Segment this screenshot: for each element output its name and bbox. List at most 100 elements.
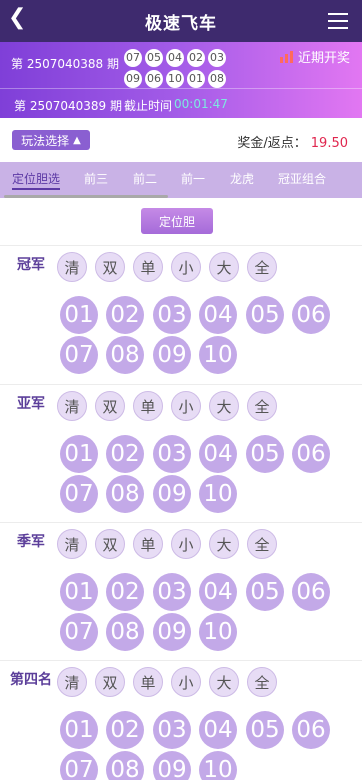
- recent-draws-link[interactable]: 近期开奖: [279, 47, 350, 66]
- number-ball[interactable]: 06: [292, 435, 330, 473]
- quick-select-button[interactable]: 大: [209, 529, 239, 559]
- tab-front-one[interactable]: 前一: [181, 170, 205, 187]
- quick-select-button[interactable]: 小: [171, 667, 201, 697]
- number-ball[interactable]: 09: [153, 751, 191, 780]
- number-ball[interactable]: 06: [292, 573, 330, 611]
- quick-select-button[interactable]: 小: [171, 252, 201, 282]
- number-ball[interactable]: 10: [199, 613, 237, 651]
- bar-chart-icon: [279, 50, 293, 63]
- tab-position[interactable]: 定位胆选: [12, 170, 61, 190]
- number-ball[interactable]: 03: [153, 435, 191, 473]
- quick-select-button[interactable]: 清: [57, 667, 87, 697]
- number-ball[interactable]: 08: [106, 336, 144, 374]
- draw-ball: 03: [208, 49, 226, 67]
- quick-select-button[interactable]: 双: [95, 667, 125, 697]
- number-ball[interactable]: 06: [292, 296, 330, 334]
- quick-select-button[interactable]: 小: [171, 529, 201, 559]
- quick-select-button[interactable]: 清: [57, 252, 87, 282]
- play-select-label: 玩法选择: [21, 133, 70, 148]
- chevron-up-icon: ▲: [73, 134, 81, 146]
- quick-select-button[interactable]: 双: [95, 252, 125, 282]
- number-ball[interactable]: 08: [106, 475, 144, 513]
- draw-ball: 10: [166, 70, 184, 88]
- quick-select-button[interactable]: 双: [95, 391, 125, 421]
- tab-front-two[interactable]: 前二: [133, 170, 157, 187]
- top-bar: ❮ 极速飞车: [0, 0, 362, 42]
- number-ball[interactable]: 09: [153, 613, 191, 651]
- number-ball[interactable]: 05: [246, 435, 284, 473]
- position-section-champion: 冠军清双单小大全 01 02 03 04 05 06 07 08 09 10: [0, 245, 362, 384]
- number-ball[interactable]: 03: [153, 573, 191, 611]
- number-ball[interactable]: 01: [60, 711, 98, 749]
- quick-select-button[interactable]: 单: [133, 667, 163, 697]
- number-ball[interactable]: 10: [199, 336, 237, 374]
- draw-ball: 04: [166, 49, 184, 67]
- position-section-third: 季军清双单小大全 01 02 03 04 05 06 07 08 09 10: [0, 522, 362, 661]
- draw-ball: 08: [208, 70, 226, 88]
- number-ball[interactable]: 09: [153, 475, 191, 513]
- hamburger-menu-icon[interactable]: [328, 13, 348, 29]
- next-period: 第 2507040389 期: [14, 99, 122, 113]
- quick-select-button[interactable]: 单: [133, 391, 163, 421]
- number-ball[interactable]: 06: [292, 711, 330, 749]
- draw-result: 07 05 04 02 03 09 06 10 01 08: [124, 46, 234, 88]
- draw-ball: 06: [145, 70, 163, 88]
- number-ball[interactable]: 10: [199, 475, 237, 513]
- number-ball[interactable]: 02: [106, 435, 144, 473]
- quick-select-button[interactable]: 全: [247, 667, 277, 697]
- number-ball[interactable]: 02: [106, 573, 144, 611]
- number-ball[interactable]: 05: [246, 711, 284, 749]
- number-ball[interactable]: 04: [199, 435, 237, 473]
- number-ball[interactable]: 09: [153, 336, 191, 374]
- play-bar: 玩法选择 ▲ 奖金/返点： 19.50: [0, 118, 362, 162]
- position-label: 冠军: [17, 257, 45, 273]
- tabs-scrollbar[interactable]: [4, 195, 168, 198]
- tab-front-three[interactable]: 前三: [84, 170, 108, 187]
- number-ball[interactable]: 03: [153, 711, 191, 749]
- number-ball[interactable]: 02: [106, 711, 144, 749]
- quick-select-button[interactable]: 全: [247, 252, 277, 282]
- number-ball[interactable]: 01: [60, 573, 98, 611]
- quick-select-button[interactable]: 清: [57, 391, 87, 421]
- draw-ball: 02: [187, 49, 205, 67]
- quick-select-button[interactable]: 大: [209, 667, 239, 697]
- number-ball[interactable]: 01: [60, 435, 98, 473]
- quick-select-button[interactable]: 清: [57, 529, 87, 559]
- quick-select-button[interactable]: 单: [133, 529, 163, 559]
- number-ball[interactable]: 07: [60, 336, 98, 374]
- recent-draws-label: 近期开奖: [297, 51, 350, 66]
- number-ball[interactable]: 10: [199, 751, 237, 780]
- quick-select-button[interactable]: 全: [247, 529, 277, 559]
- number-ball[interactable]: 04: [199, 296, 237, 334]
- quick-select-button[interactable]: 大: [209, 391, 239, 421]
- prize-label: 奖金/返点：: [237, 136, 307, 151]
- number-ball[interactable]: 07: [60, 613, 98, 651]
- play-select-button[interactable]: 玩法选择 ▲: [12, 130, 90, 150]
- quick-select-button[interactable]: 小: [171, 391, 201, 421]
- number-ball[interactable]: 01: [60, 296, 98, 334]
- number-ball[interactable]: 07: [60, 475, 98, 513]
- number-ball[interactable]: 05: [246, 296, 284, 334]
- number-ball[interactable]: 03: [153, 296, 191, 334]
- mode-button[interactable]: 定位胆: [141, 208, 213, 234]
- number-ball[interactable]: 04: [199, 573, 237, 611]
- back-arrow-icon[interactable]: ❮: [8, 6, 26, 30]
- draw-ball: 05: [145, 49, 163, 67]
- tab-champion-combo[interactable]: 冠亚组合: [278, 170, 326, 187]
- quick-select-button[interactable]: 全: [247, 391, 277, 421]
- number-ball[interactable]: 04: [199, 711, 237, 749]
- play-tabs: 定位胆选 前三 前二 前一 龙虎 冠亚组合: [0, 162, 362, 198]
- number-ball[interactable]: 08: [106, 613, 144, 651]
- tab-dragon-tiger[interactable]: 龙虎: [230, 170, 254, 187]
- position-label: 亚军: [17, 396, 45, 412]
- quick-select-button[interactable]: 单: [133, 252, 163, 282]
- draw-ball: 01: [187, 70, 205, 88]
- number-ball[interactable]: 02: [106, 296, 144, 334]
- draw-ball: 09: [124, 70, 142, 88]
- quick-select-button[interactable]: 大: [209, 252, 239, 282]
- number-ball[interactable]: 08: [106, 751, 144, 780]
- quick-select-button[interactable]: 双: [95, 529, 125, 559]
- number-ball[interactable]: 05: [246, 573, 284, 611]
- prize-value: 19.50: [310, 136, 348, 151]
- number-ball[interactable]: 07: [60, 751, 98, 780]
